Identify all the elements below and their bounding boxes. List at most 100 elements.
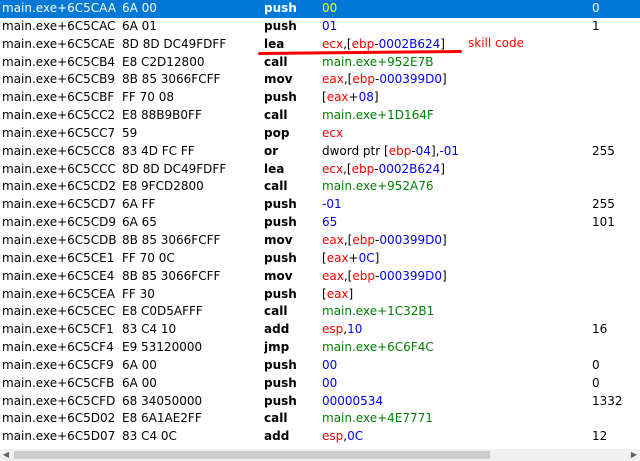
operand-token: 01 (322, 18, 338, 33)
scroll-thumb[interactable] (14, 451, 490, 459)
instruction-address: main.exe+6C5CFB (2, 375, 115, 390)
operand-token: eax (326, 286, 349, 301)
instruction-operands: 00000534 (322, 393, 582, 411)
operand-token: 10 (347, 322, 363, 337)
instruction-row[interactable]: main.exe+6C5CE1 FF 70 0C push [eax+0C] (0, 250, 640, 268)
instruction-row[interactable]: main.exe+6C5CF1 83 C4 10 add esp,10 16 (0, 321, 640, 339)
operand-token: 0C (358, 250, 375, 265)
instruction-row[interactable]: main.exe+6C5CB9 8B 85 3066FCFF mov eax,[ebp… (0, 71, 640, 89)
instruction-row[interactable]: main.exe+6C5CCC 8D 8D DC49FDFF lea ecx,[ebp… (0, 161, 640, 179)
instruction-address: main.exe+6C5CEA (2, 286, 115, 301)
operand-token: eax (326, 90, 349, 105)
instruction-row[interactable]: main.exe+6C5CF9 6A 00 push 00 0 (0, 357, 640, 375)
operand-token: 00000534 (322, 393, 384, 408)
instruction-row[interactable]: main.exe+6C5CFB 6A 00 push 00 0 (0, 375, 640, 393)
annotation-label: skill code (468, 36, 524, 50)
operand-token: 000399D0 (379, 232, 442, 247)
operand-token: ,[ (343, 161, 352, 176)
instruction-operands: esp,10 (322, 321, 582, 339)
instruction-bytes: 59 (122, 125, 138, 140)
disassembler-view[interactable]: main.exe+6C5CAA 6A 00 push 00 0 main.exe+6C5C… (0, 0, 640, 449)
operand-token: eax (326, 250, 349, 265)
instruction-bytes: FF 70 0C (122, 250, 175, 265)
instruction-address: main.exe+6C5D02 (2, 411, 116, 426)
instruction-row[interactable]: main.exe+6C5CAA 6A 00 push 00 0 (0, 0, 640, 18)
instruction-row[interactable]: main.exe+6C5CC8 83 4D FC FF or dword ptr [e… (0, 143, 640, 161)
instruction-row[interactable]: main.exe+6C5CBF FF 70 08 push [eax+08] (0, 89, 640, 107)
instruction-address: main.exe+6C5D07 (2, 429, 116, 444)
instruction-bytes: 68 34050000 (122, 393, 203, 408)
instruction-operands: [eax] (322, 286, 582, 304)
instruction-row[interactable]: main.exe+6C5CD2 E8 9FCD2800 call main.exe+9… (0, 178, 640, 196)
instruction-operands: eax,[ebp-000399D0] (322, 268, 582, 286)
instruction-address: main.exe+6C5CAA (2, 1, 116, 15)
instruction-mnemonic: jmp (264, 340, 290, 355)
instruction-mnemonic: push (264, 393, 297, 408)
instruction-mnemonic: push (264, 286, 297, 301)
instruction-row[interactable]: main.exe+6C5D02 E8 6A1AE2FF call main.exe+4… (0, 410, 640, 428)
horizontal-scrollbar[interactable]: ◀ ▶ (0, 449, 640, 461)
instruction-bytes: 6A FF (122, 197, 156, 212)
instruction-bytes: E8 9FCD2800 (122, 179, 204, 194)
instruction-bytes: 6A 65 (122, 215, 157, 230)
instruction-address: main.exe+6C5CC8 (2, 143, 116, 158)
scroll-right-icon[interactable]: ▶ (628, 449, 640, 461)
instruction-row[interactable]: main.exe+6C5CF4 E9 53120000 jmp main.exe+6C… (0, 339, 640, 357)
operand-token: esp (322, 322, 344, 337)
operand-token: ecx (322, 125, 344, 140)
instruction-operands: main.exe+4E7771 (322, 410, 582, 428)
instruction-row[interactable]: main.exe+6C5D07 83 C4 0C add esp,0C 12 (0, 428, 640, 446)
instruction-operands: main.exe+952E7B (322, 54, 582, 72)
instruction-operands: eax,[ebp-000399D0] (322, 232, 582, 250)
operand-token: ] (374, 250, 380, 265)
operand-token: ] (442, 72, 447, 87)
instruction-mnemonic: push (264, 375, 297, 390)
instruction-address: main.exe+6C5CB4 (2, 54, 116, 69)
instruction-mnemonic: mov (264, 232, 293, 247)
instruction-address: main.exe+6C5CEC (2, 304, 116, 319)
instruction-mnemonic: push (264, 197, 297, 212)
instruction-address: main.exe+6C5CB9 (2, 72, 116, 87)
instruction-row[interactable]: main.exe+6C5CB4 E8 C2D12800 call main.exe+9… (0, 54, 640, 72)
instruction-comment: 255 (592, 197, 615, 212)
instruction-row[interactable]: main.exe+6C5CC7 59 pop ecx (0, 125, 640, 143)
instruction-bytes: 8B 85 3066FCFF (122, 268, 221, 283)
instruction-operands: ecx,[ebp-0002B624] (322, 161, 582, 179)
operand-token: main.exe+4E7771 (322, 411, 433, 426)
instruction-operands: main.exe+1C32B1 (322, 303, 582, 321)
operand-token: ebp (352, 232, 375, 247)
instruction-row[interactable]: main.exe+6C5CAC 6A 01 push 01 1 (0, 18, 640, 36)
instruction-row[interactable]: main.exe+6C5CFD 68 34050000 push 00000534 13… (0, 393, 640, 411)
operand-token: ecx (322, 36, 344, 51)
instruction-operands: main.exe+6C6F4C (322, 339, 582, 357)
instruction-operands: 01 (322, 18, 582, 36)
instruction-comment: 16 (592, 322, 608, 337)
operand-token: ebp (351, 161, 375, 176)
operand-token: ebp (388, 143, 412, 158)
instruction-operands: dword ptr [ebp-04],-01 (322, 143, 582, 161)
instruction-row[interactable]: main.exe+6C5CDB 8B 85 3066FCFF mov eax,[ebp… (0, 232, 640, 250)
instruction-row[interactable]: main.exe+6C5CC2 E8 88B9B0FF call main.exe+1… (0, 107, 640, 125)
operand-token: 65 (322, 215, 338, 230)
operand-token: main.exe+6C6F4C (322, 340, 434, 355)
instruction-operands: 00 (322, 0, 582, 18)
operand-token: ] (440, 161, 445, 176)
operand-token: ,[ (343, 36, 352, 51)
instruction-row[interactable]: main.exe+6C5CD9 6A 65 push 65 101 (0, 214, 640, 232)
instruction-bytes: 8B 85 3066FCFF (122, 72, 221, 87)
instruction-bytes: 83 C4 10 (122, 322, 177, 337)
instruction-comment: 0 (592, 1, 600, 15)
operand-token: 00 (322, 357, 338, 372)
operand-token: eax (322, 268, 344, 283)
instruction-row[interactable]: main.exe+6C5CEA FF 30 push [eax] (0, 286, 640, 304)
instruction-mnemonic: or (264, 143, 279, 158)
instruction-comment: 0 (592, 357, 600, 372)
instruction-address: main.exe+6C5CAE (2, 36, 115, 51)
instruction-row[interactable]: main.exe+6C5CEC E8 C0D5AFFF call main.exe+1… (0, 303, 640, 321)
operand-token: ] (373, 90, 379, 105)
instruction-row[interactable]: main.exe+6C5CD7 6A FF push -01 255 (0, 196, 640, 214)
instruction-row[interactable]: main.exe+6C5CE4 8B 85 3066FCFF mov eax,[ebp… (0, 268, 640, 286)
instruction-mnemonic: call (264, 411, 288, 426)
instruction-bytes: 6A 00 (122, 357, 157, 372)
scroll-left-icon[interactable]: ◀ (0, 449, 12, 461)
